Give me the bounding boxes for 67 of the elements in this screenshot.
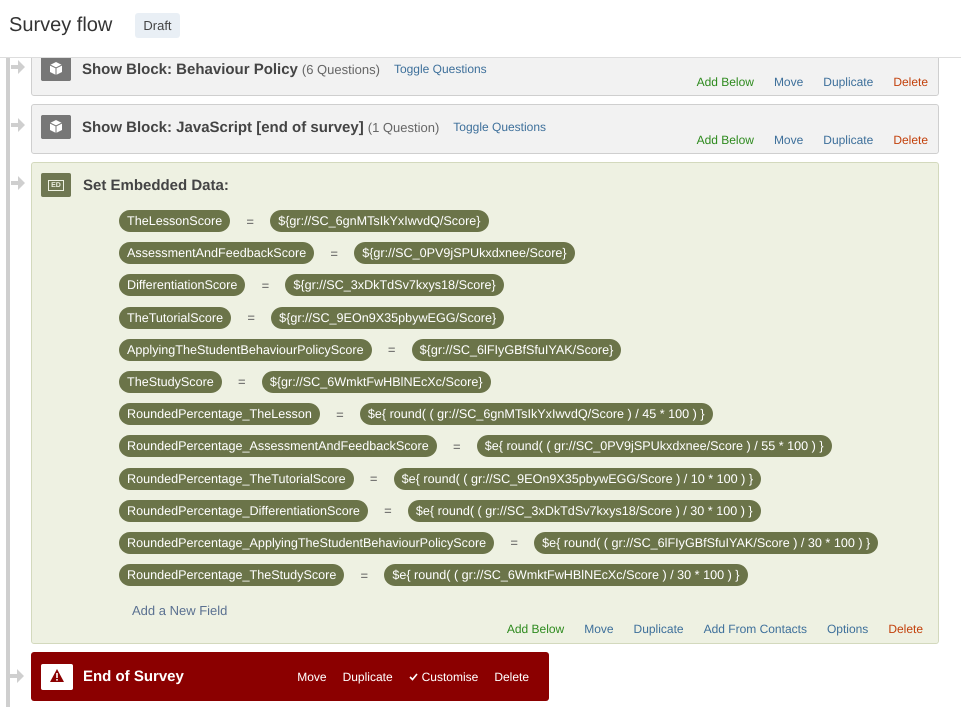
field-value-tag[interactable]: $e{ round( ( gr://SC_3xDkTdSv7kxys18/Score ) / 30 * 100 ) } [408,500,761,522]
action-link[interactable]: Move [764,75,814,89]
equals-sign: = [368,471,378,486]
field-name-tag[interactable]: RoundedPercentage_TheTutorialScore [119,468,354,490]
field-value-tag[interactable]: ${gr://SC_0PV9jSPUkxdxnee/Score} [354,242,575,264]
field-name-tag[interactable]: TheTutorialScore [119,306,232,329]
field-value-tag[interactable]: $e{ round( ( gr://SC_6lFIyGBfSfuIYAK/Score ) / 30 * 100 ) } [534,532,878,554]
field-name-tag[interactable]: TheStudyScore [119,370,222,393]
equals-sign: = [386,342,396,358]
equals-sign: = [246,310,256,326]
add-field-link[interactable]: Add a New Field [132,603,228,618]
field-value-tag[interactable]: ${gr://SC_6lFIyGBfSfuIYAK/Score} [412,338,622,361]
action-link[interactable]: Duplicate [334,670,401,684]
action-link[interactable]: Options [816,622,878,636]
block-title: Show Block: JavaScript [end of survey] [82,118,364,136]
field-value-tag[interactable]: $e{ round( ( gr://SC_0PV9jSPUkxdxnee/Score ) / 55 * 100 ) } [476,435,832,458]
toggle-questions-link[interactable]: Toggle Questions [453,120,546,134]
field-value-tag[interactable]: $e{ round( ( gr://SC_9EOn9X35pbywEGG/Score ) / 10 * 100 ) } [394,468,762,490]
field-name-tag[interactable]: RoundedPercentage_ApplyingTheStudentBehaviourPolicyScore [119,532,494,554]
status-badge: Draft [135,13,180,38]
field-name-tag[interactable]: DifferentiationScore [119,274,246,296]
field-name-tag[interactable]: AssessmentAndFeedbackScore [119,242,314,264]
field-value-tag[interactable]: ${gr://SC_6WmktFwHBlNEcXc/Score} [262,370,491,393]
equals-sign: = [383,503,393,518]
equals-sign: = [360,568,370,583]
equals-sign: = [245,214,256,228]
equals-sign: = [335,406,345,422]
question-count: (6 Questions) [302,62,380,76]
action-link[interactable]: Add From Contacts [694,622,817,636]
block-title: Show Block: Behaviour Policy [82,60,298,78]
action-link[interactable]: Delete [486,670,537,684]
action-link[interactable]: Add Below [496,622,574,636]
delete-link[interactable]: Delete [878,622,933,636]
field-value-tag[interactable]: ${gr://SC_6gnMTsIkYxIwvdQ/Score} [270,210,489,232]
field-value-tag[interactable]: ${gr://SC_9EOn9X35pbywEGG/Score} [271,306,504,329]
equals-sign: = [237,374,247,390]
action-link[interactable]: Move [764,133,814,147]
field-name-tag[interactable]: TheLessonScore [119,210,230,232]
action-link[interactable]: Duplicate [624,622,694,636]
block-title: End of Survey [83,668,185,685]
field-name-tag[interactable]: RoundedPercentage_TheLesson [119,403,320,426]
field-name-tag[interactable]: RoundedPercentage_DifferentiationScore [119,500,368,522]
action-link[interactable]: Duplicate [813,133,884,147]
field-value-tag[interactable]: $e{ round( ( gr://SC_6WmktFwHBlNEcXc/Score ) / 30 * 100 ) } [384,564,748,586]
equals-sign: = [260,278,270,293]
action-link[interactable]: Move [574,622,624,636]
action-link[interactable]: Customise [400,670,486,684]
question-count: (1 Question) [368,120,440,134]
field-value-tag[interactable]: ${gr://SC_3xDkTdSv7kxys18/Score} [285,274,504,296]
delete-link[interactable]: Delete [883,75,938,89]
equals-sign: = [452,438,462,454]
action-link[interactable]: Add Below [686,75,764,89]
warning-icon [41,664,73,690]
action-link[interactable]: Move [289,670,335,684]
field-name-tag[interactable]: RoundedPercentage_TheStudyScore [119,564,344,586]
block-title: Set Embedded Data: [83,176,229,194]
field-value-tag[interactable]: $e{ round( ( gr://SC_6gnMTsIkYxIwvdQ/Score ) / 45 * 100 ) } [360,403,713,426]
cube-icon [41,115,71,139]
field-name-tag[interactable]: ApplyingTheStudentBehaviourPolicyScore [119,338,372,361]
equals-sign: = [509,535,519,550]
field-name-tag[interactable]: RoundedPercentage_AssessmentAndFeedbackScore [119,435,437,458]
delete-link[interactable]: Delete [883,133,938,147]
toggle-questions-link[interactable]: Toggle Questions [394,62,487,76]
equals-sign: = [329,246,339,261]
action-link[interactable]: Duplicate [813,75,884,89]
page-title: Survey flow [9,14,112,37]
action-link[interactable]: Add Below [686,133,764,147]
